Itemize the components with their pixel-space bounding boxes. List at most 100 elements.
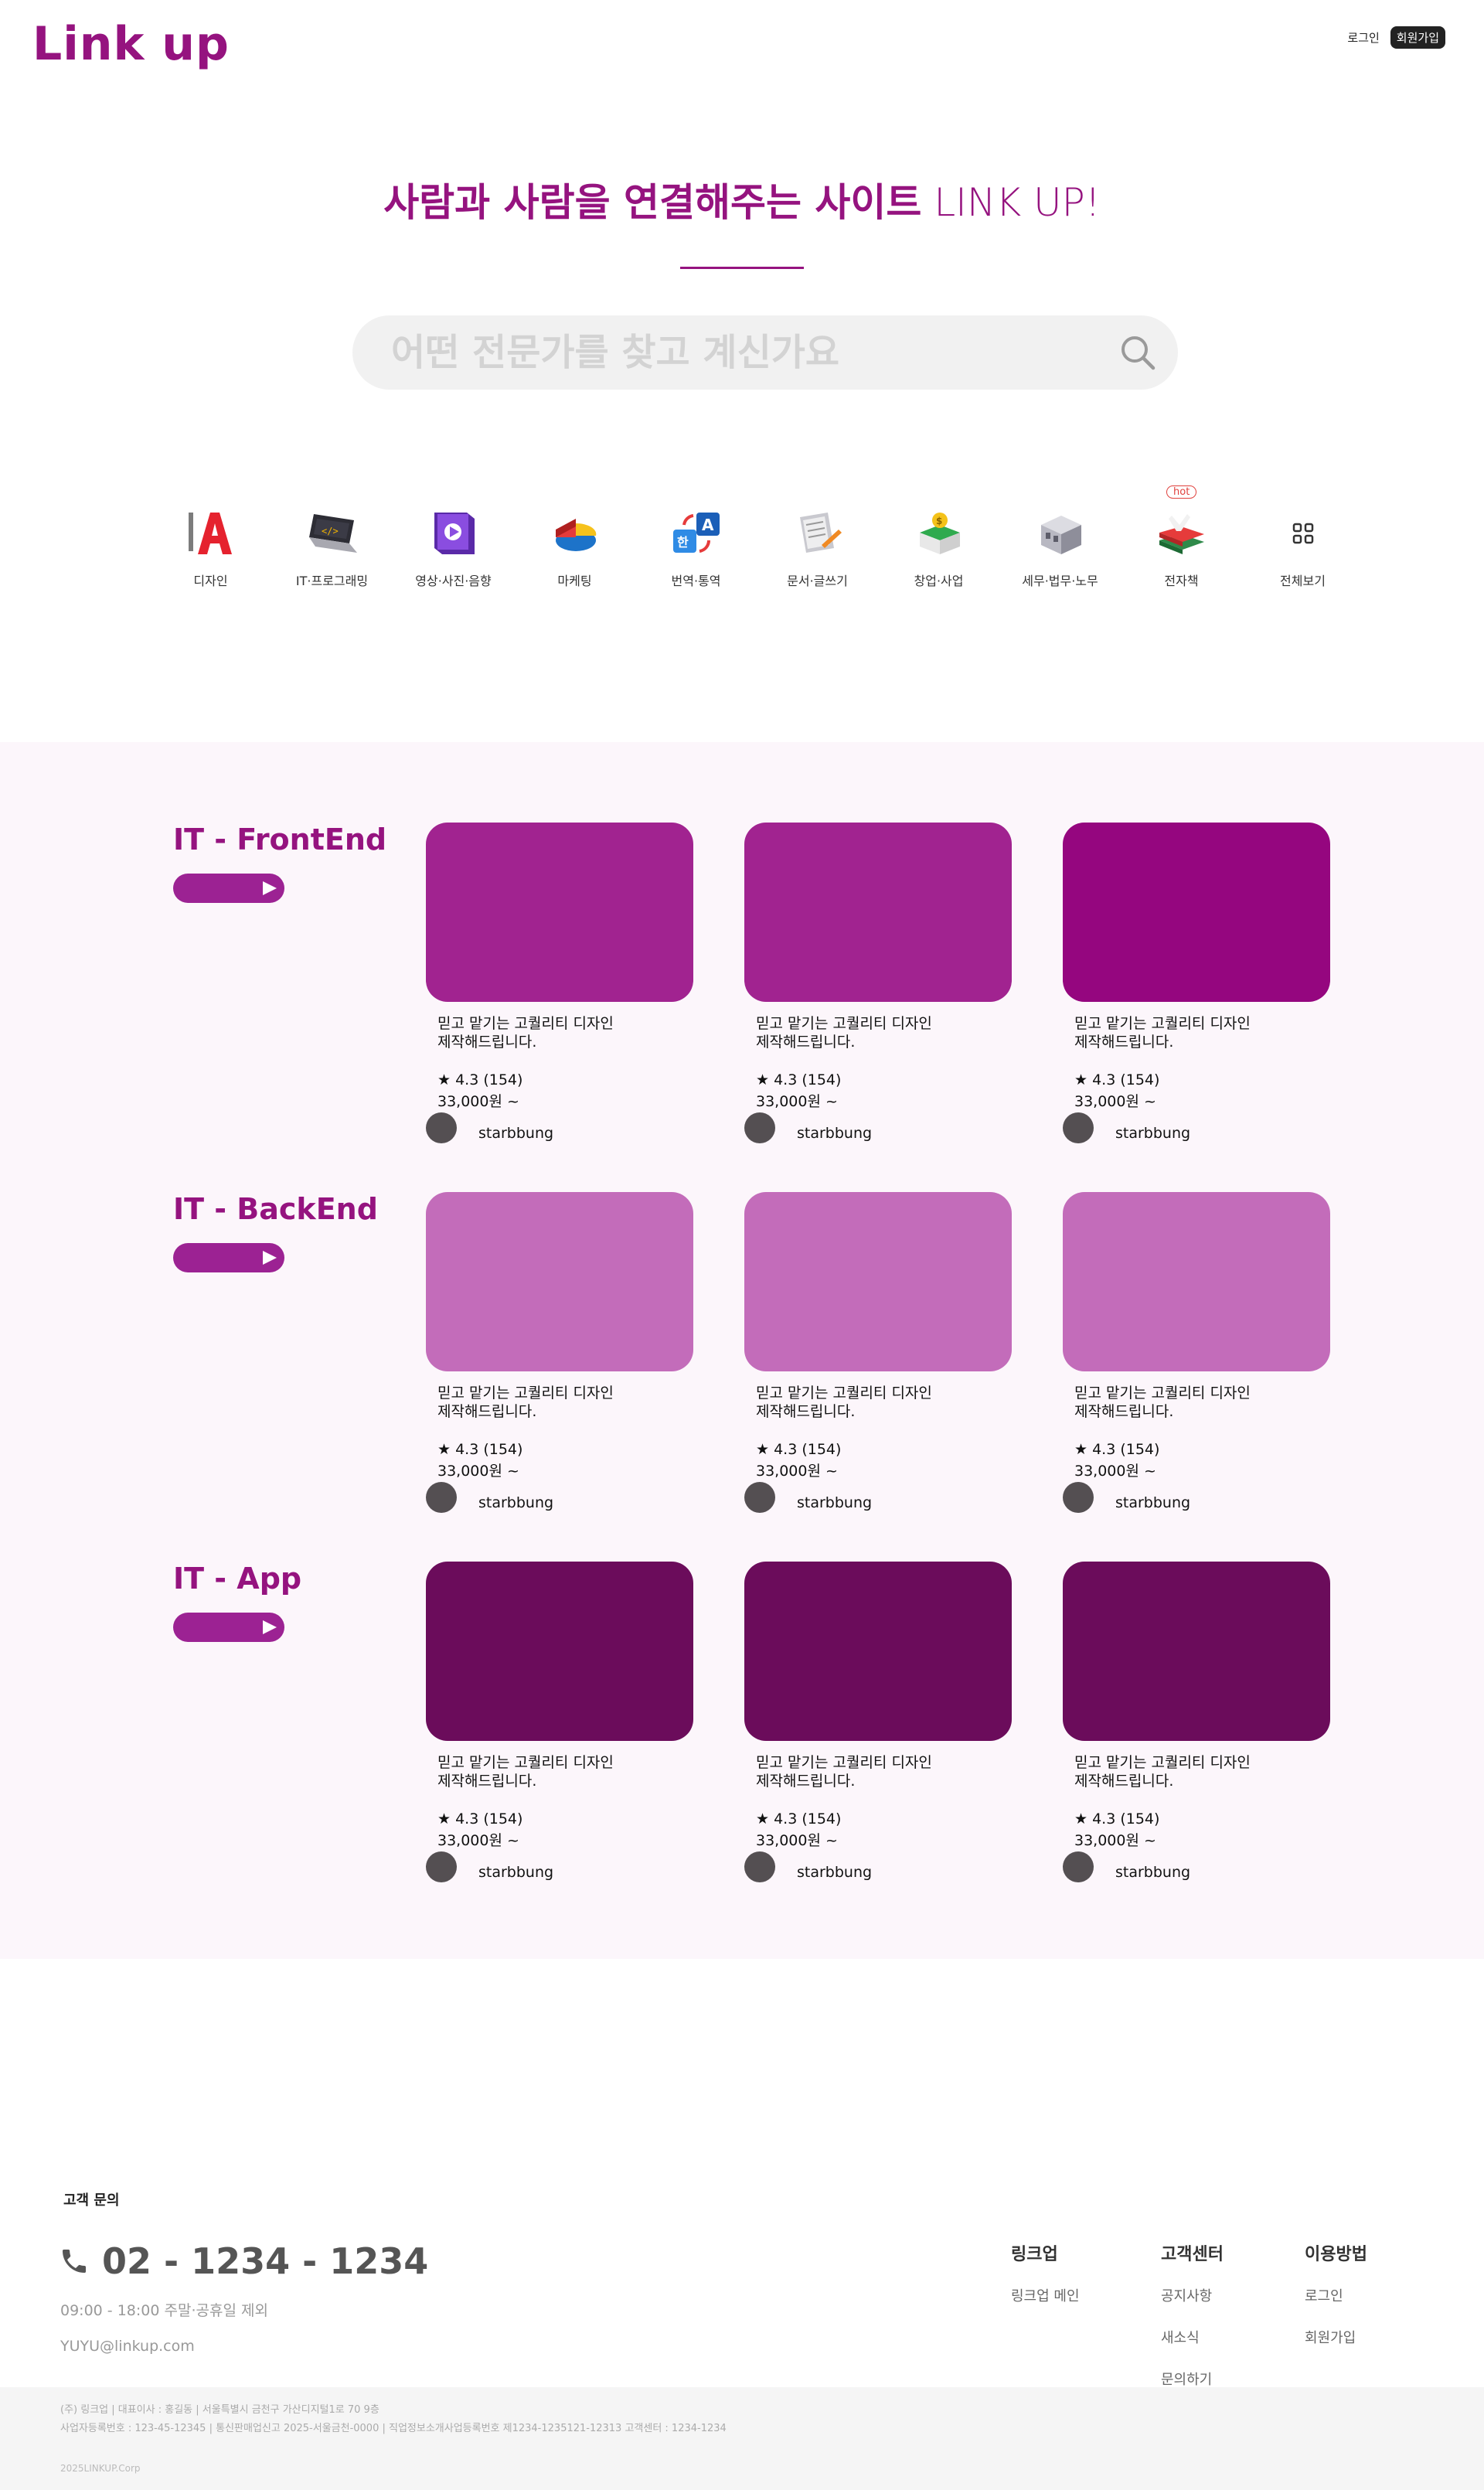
category-business[interactable]: $ 창업·사업 bbox=[878, 502, 999, 589]
row-backend: IT - BackEnd 믿고 맡기는 고퀄리티 디자인 제작해드립니다. ★ … bbox=[173, 1192, 1333, 1524]
category-all[interactable]: 전체보기 bbox=[1242, 502, 1363, 589]
card-thumbnail[interactable] bbox=[426, 823, 693, 1002]
seller-name[interactable]: starbbung bbox=[797, 1494, 872, 1511]
card-price: 33,000원 ~ bbox=[437, 1093, 519, 1110]
view-more-button[interactable] bbox=[173, 874, 284, 903]
signup-button[interactable]: 회원가입 bbox=[1390, 26, 1445, 49]
avatar[interactable] bbox=[1063, 1112, 1094, 1143]
category-writing[interactable]: 문서·글쓰기 bbox=[757, 502, 878, 589]
service-card[interactable]: 믿고 맡기는 고퀄리티 디자인 제작해드립니다. ★ 4.3 (154) 33,… bbox=[426, 1192, 693, 1516]
avatar[interactable] bbox=[426, 1482, 457, 1513]
svg-text:한: 한 bbox=[677, 535, 689, 550]
category-design[interactable]: 디자인 bbox=[150, 502, 271, 589]
category-label: 전체보기 bbox=[1280, 574, 1326, 588]
card-thumbnail[interactable] bbox=[744, 1192, 1012, 1371]
footer-bottom: (주) 링크업 | 대표이사 : 홍길동 | 서울특별시 금천구 가산디지털1로… bbox=[0, 2387, 1484, 2490]
card-price: 33,000원 ~ bbox=[1074, 1832, 1156, 1849]
store-icon: $ bbox=[908, 502, 970, 564]
service-card[interactable]: 믿고 맡기는 고퀄리티 디자인 제작해드립니다. ★ 4.3 (154) 33,… bbox=[744, 1192, 1012, 1516]
category-ebook[interactable]: hot 전자책 bbox=[1121, 485, 1242, 589]
service-card[interactable]: 믿고 맡기는 고퀄리티 디자인 제작해드립니다. ★ 4.3 (154) 33,… bbox=[1063, 823, 1330, 1146]
avatar[interactable] bbox=[1063, 1482, 1094, 1513]
service-card[interactable]: 믿고 맡기는 고퀄리티 디자인 제작해드립니다. ★ 4.3 (154) 33,… bbox=[1063, 1192, 1330, 1516]
avatar[interactable] bbox=[426, 1112, 457, 1143]
seller-name[interactable]: starbbung bbox=[1115, 1125, 1190, 1142]
service-card[interactable]: 믿고 맡기는 고퀄리티 디자인 제작해드립니다. ★ 4.3 (154) 33,… bbox=[1063, 1562, 1330, 1885]
card-thumbnail[interactable] bbox=[744, 823, 1012, 1002]
avatar[interactable] bbox=[1063, 1851, 1094, 1882]
service-card[interactable]: 믿고 맡기는 고퀄리티 디자인 제작해드립니다. ★ 4.3 (154) 33,… bbox=[426, 823, 693, 1146]
seller-name[interactable]: starbbung bbox=[1115, 1864, 1190, 1881]
avatar[interactable] bbox=[744, 1482, 775, 1513]
card-rating: ★ 4.3 (154) bbox=[1074, 1071, 1160, 1088]
footer-link-signup[interactable]: 회원가입 bbox=[1305, 2327, 1367, 2347]
grid-icon bbox=[1272, 502, 1334, 564]
row-title: IT - BackEnd bbox=[173, 1192, 378, 1226]
footer-link-news[interactable]: 새소식 bbox=[1161, 2327, 1224, 2347]
card-seller: starbbung bbox=[744, 1482, 1012, 1516]
business-hours: 09:00 - 18:00 주말·공휴일 제외 bbox=[60, 2302, 268, 2319]
svg-text:$: $ bbox=[936, 516, 942, 526]
seller-name[interactable]: starbbung bbox=[478, 1125, 553, 1142]
category-marketing[interactable]: 마케팅 bbox=[514, 502, 635, 589]
service-card[interactable]: 믿고 맡기는 고퀄리티 디자인 제작해드립니다. ★ 4.3 (154) 33,… bbox=[426, 1562, 693, 1885]
avatar[interactable] bbox=[744, 1851, 775, 1882]
footer-col-howto: 이용방법 로그인 회원가입 bbox=[1305, 2240, 1367, 2369]
card-rating: ★ 4.3 (154) bbox=[1074, 1810, 1160, 1827]
avatar[interactable] bbox=[744, 1112, 775, 1143]
footer-link-inquiry[interactable]: 문의하기 bbox=[1161, 2369, 1224, 2389]
design-icon bbox=[180, 502, 242, 564]
category-it[interactable]: </> IT·프로그래밍 bbox=[271, 502, 393, 589]
card-thumbnail[interactable] bbox=[426, 1562, 693, 1741]
login-link[interactable]: 로그인 bbox=[1347, 29, 1379, 46]
footer-link-main[interactable]: 링크업 메인 bbox=[1011, 2285, 1080, 2305]
card-seller: starbbung bbox=[426, 1482, 693, 1516]
card-thumbnail[interactable] bbox=[744, 1562, 1012, 1741]
category-nav: 디자인 </> IT·프로그래밍 영상·사진·음향 마케팅 A 한 번역·통역 … bbox=[150, 485, 1363, 589]
seller-name[interactable]: starbbung bbox=[797, 1125, 872, 1142]
category-label: 마케팅 bbox=[557, 574, 592, 588]
pie-chart-icon bbox=[544, 502, 606, 564]
footer-col-heading: 고객센터 bbox=[1161, 2245, 1224, 2264]
card-thumbnail[interactable] bbox=[1063, 1192, 1330, 1371]
category-video[interactable]: 영상·사진·음향 bbox=[393, 502, 514, 589]
seller-name[interactable]: starbbung bbox=[478, 1494, 553, 1511]
customer-phone: 02 - 1234 - 1234 bbox=[59, 2240, 428, 2282]
card-seller: starbbung bbox=[744, 1112, 1012, 1146]
seller-name[interactable]: starbbung bbox=[1115, 1494, 1190, 1511]
card-thumbnail[interactable] bbox=[1063, 823, 1330, 1002]
service-card[interactable]: 믿고 맡기는 고퀄리티 디자인 제작해드립니다. ★ 4.3 (154) 33,… bbox=[744, 823, 1012, 1146]
view-more-button[interactable] bbox=[173, 1613, 284, 1642]
card-price: 33,000원 ~ bbox=[1074, 1093, 1156, 1110]
seller-name[interactable]: starbbung bbox=[478, 1864, 553, 1881]
search-bar bbox=[352, 315, 1178, 390]
contact-email[interactable]: YUYU@linkup.com bbox=[60, 2338, 195, 2355]
hero-divider bbox=[680, 267, 804, 269]
document-icon bbox=[787, 502, 849, 564]
card-rating: ★ 4.3 (154) bbox=[756, 1810, 842, 1827]
seller-name[interactable]: starbbung bbox=[797, 1864, 872, 1881]
category-label: IT·프로그래밍 bbox=[295, 574, 369, 588]
category-tax-law[interactable]: 세무·법무·노무 bbox=[999, 502, 1121, 589]
footer-link-notice[interactable]: 공지사항 bbox=[1161, 2285, 1224, 2305]
category-label: 전자책 bbox=[1164, 574, 1199, 588]
card-seller: starbbung bbox=[1063, 1112, 1330, 1146]
row-frontend: IT - FrontEnd 믿고 맡기는 고퀄리티 디자인 제작해드립니다. ★… bbox=[173, 823, 1333, 1155]
card-thumbnail[interactable] bbox=[426, 1192, 693, 1371]
card-seller: starbbung bbox=[1063, 1851, 1330, 1885]
card-thumbnail[interactable] bbox=[1063, 1562, 1330, 1741]
card-description: 믿고 맡기는 고퀄리티 디자인 제작해드립니다. bbox=[437, 1385, 614, 1420]
view-more-button[interactable] bbox=[173, 1243, 284, 1272]
category-translation[interactable]: A 한 번역·통역 bbox=[635, 502, 757, 589]
search-icon[interactable] bbox=[1119, 334, 1156, 371]
service-card[interactable]: 믿고 맡기는 고퀄리티 디자인 제작해드립니다. ★ 4.3 (154) 33,… bbox=[744, 1562, 1012, 1885]
card-rating: ★ 4.3 (154) bbox=[437, 1441, 523, 1458]
auth-links: 로그인 회원가입 bbox=[1347, 26, 1445, 49]
logo[interactable]: Link up bbox=[32, 17, 230, 71]
search-input[interactable] bbox=[391, 315, 1087, 390]
avatar[interactable] bbox=[426, 1851, 457, 1882]
phone-icon bbox=[63, 2250, 86, 2273]
hero-title: 사람과 사람을 연결해주는 사이트 LINK UP! bbox=[0, 172, 1484, 227]
card-description: 믿고 맡기는 고퀄리티 디자인 제작해드립니다. bbox=[756, 1015, 932, 1051]
footer-link-login[interactable]: 로그인 bbox=[1305, 2285, 1367, 2305]
